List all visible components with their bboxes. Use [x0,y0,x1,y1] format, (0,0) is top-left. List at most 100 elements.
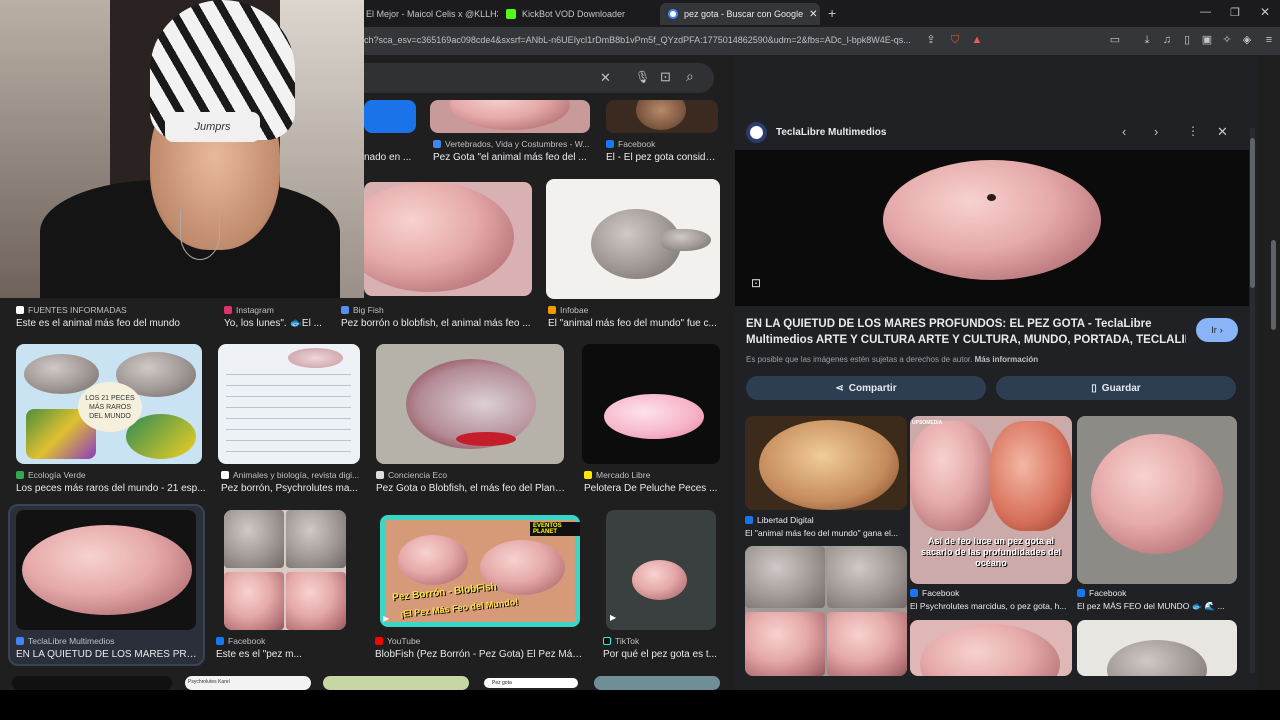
result-caption[interactable]: Por qué el pez gota es t... [603,649,718,660]
related-image[interactable] [910,620,1072,676]
result-source[interactable]: Mercado Libre [584,470,650,480]
result-caption[interactable]: Pez Gota o Blobfish, el más feo del Plan… [376,483,568,494]
result-caption[interactable]: Pez Gota "el animal más feo del ... [433,152,593,163]
page-scrollbar-thumb[interactable] [1271,240,1276,330]
result-image[interactable] [376,344,564,464]
next-icon[interactable]: › [1154,124,1158,139]
panel-title-line1[interactable]: EN LA QUIETUD DE LOS MARES PROFUNDOS: EL… [746,318,1186,330]
minimize-icon[interactable]: — [1200,6,1211,18]
result-image[interactable] [594,676,720,690]
search-icon[interactable]: ⌕ [686,68,694,85]
result-image[interactable]: Psychrolutes Karel [185,676,311,690]
result-source[interactable]: Big Fish [341,305,384,315]
result-image[interactable] [364,182,532,296]
search-input[interactable]: ✕ 🎙 ⊡ ⌕ [330,63,714,93]
related-source[interactable]: Facebook [1077,588,1126,598]
related-source[interactable]: Libertad Digital [745,515,814,525]
result-image[interactable] [12,676,172,690]
result-image[interactable]: Pez gota [482,676,580,690]
result-caption[interactable]: Pez borrón o blobfish, el animal más feo… [341,318,536,329]
download-icon[interactable]: ⤓ [1140,33,1154,47]
preview-image[interactable]: ⊡ [735,150,1249,306]
result-caption[interactable]: Yo, los lunes". 🐟El ... [224,318,334,329]
lens-search-icon[interactable]: ⊡ [751,276,761,290]
cast-icon[interactable]: ▭ [1108,33,1122,47]
result-source[interactable]: Conciencia Eco [376,470,447,480]
close-panel-icon[interactable]: ✕ [1217,124,1228,140]
panel-site-name[interactable]: TeclaLibre Multimedios [776,127,886,138]
result-source[interactable]: TeclaLibre Multimedios [16,636,114,646]
wallet-icon[interactable]: ▣ [1200,33,1214,47]
result-caption[interactable]: EN LA QUIETUD DE LOS MARES PRO... [16,649,198,660]
result-image[interactable] [218,344,360,464]
result-caption[interactable]: Los peces más raros del mundo - 21 esp..… [16,483,206,494]
result-image[interactable] [430,100,590,133]
tab-kickbot[interactable]: KickBot VOD Downloader [498,3,653,25]
result-caption[interactable]: El "animal más feo del mundo" fue c... [548,318,718,329]
result-caption[interactable]: BlobFish (Pez Borrón - Pez Gota) El Pez … [375,649,585,660]
share-button[interactable]: ⋖ Compartir [746,376,986,400]
result-image[interactable]: LOS 21 PECES MÁS RAROS DEL MUNDO [16,344,202,464]
more-options-icon[interactable]: ⋮ [1187,124,1199,138]
sidebar-icon[interactable]: ▯ [1180,33,1194,47]
result-image[interactable] [323,676,469,690]
related-caption[interactable]: El "animal más feo del mundo" gana el... [745,528,905,538]
result-source[interactable]: YouTube [375,636,420,646]
panel-title-line2[interactable]: Multimedios ARTE Y CULTURA ARTE Y CULTUR… [746,334,1186,346]
lens-icon[interactable]: ⊡ [660,69,671,85]
result-image[interactable]: EVENTOS PLANET Pez Borrón - BlobFish ¡El… [380,515,580,627]
save-button[interactable]: ▯ Guardar [996,376,1236,400]
previous-icon[interactable]: ‹ [1122,124,1126,139]
result-image[interactable] [546,179,720,299]
result-image[interactable] [582,344,720,464]
panel-scrollbar[interactable] [1250,128,1255,673]
result-image[interactable] [16,510,196,630]
related-image[interactable] [745,416,907,510]
clear-icon[interactable]: ✕ [600,70,611,86]
brave-rewards-icon[interactable]: ▲ [970,33,984,47]
result-caption[interactable]: Pez borrón, Psychrolutes ma... [221,483,359,494]
result-source[interactable]: Facebook [606,139,655,149]
result-caption[interactable]: Este es el "pez m... [216,649,356,660]
result-caption[interactable]: El - El pez gota conside... [606,152,718,163]
result-source[interactable]: Ecología Verde [16,470,86,480]
brave-shield-icon[interactable]: ⛉ [948,33,962,47]
result-caption[interactable]: nado en ... [364,152,414,163]
result-source[interactable]: Vertebrados, Vida y Costumbres - W... [433,139,589,149]
close-window-icon[interactable]: ✕ [1260,5,1270,19]
related-caption[interactable]: El pez MÁS FEO del MUNDO 🐟 🌊 ... [1077,601,1237,612]
result-source[interactable]: Facebook [216,636,265,646]
visit-button[interactable]: Ir › [1196,318,1238,342]
result-caption[interactable]: Este es el animal más feo del mundo [16,318,206,329]
result-source[interactable]: TikTok [603,636,639,646]
related-image[interactable]: UPSOMEDIA Así de feo luce un pez gota al… [910,416,1072,584]
related-image[interactable] [745,546,907,676]
microphone-icon[interactable]: 🎙 [635,70,650,84]
more-info-link[interactable]: Más información [975,355,1039,364]
result-image[interactable]: ▶ [606,510,716,630]
close-tab-icon[interactable]: ✕ [809,9,817,20]
menu-icon[interactable]: ≡ [1262,33,1276,47]
result-image[interactable] [606,100,718,133]
new-tab-button[interactable]: + [828,5,836,21]
media-icon[interactable]: ♫ [1160,33,1174,47]
result-image[interactable] [364,100,416,133]
result-source[interactable]: Infobae [548,305,588,315]
vpn-icon[interactable]: ◈ [1240,33,1254,47]
tab-google-search[interactable]: pez gota - Buscar con Google ✕ [660,3,820,25]
result-image[interactable] [224,510,346,630]
url-field[interactable]: ch?sca_esv=c365169ac098cde4&sxsrf=ANbL-n… [364,35,919,45]
related-source[interactable]: Facebook [910,588,959,598]
scrollbar-thumb[interactable] [1250,138,1255,288]
result-source[interactable]: Instagram [224,305,274,315]
restore-icon[interactable]: ❐ [1230,6,1240,19]
result-source[interactable]: FUENTES INFORMADAS [16,305,127,315]
related-caption[interactable]: El Psychrolutes marcidus, o pez gota, h.… [910,601,1070,611]
tab-music[interactable]: El Mejor - Maicol Celis x @KLLH3I [358,3,498,25]
leo-icon[interactable]: ✧ [1220,33,1234,47]
result-caption[interactable]: Pelotera De Peluche Peces ... [584,483,718,494]
related-image[interactable] [1077,620,1237,676]
related-image[interactable] [1077,416,1237,584]
result-source[interactable]: Animales y biología, revista digi... [221,470,359,480]
share-page-icon[interactable]: ⇪ [924,33,938,47]
